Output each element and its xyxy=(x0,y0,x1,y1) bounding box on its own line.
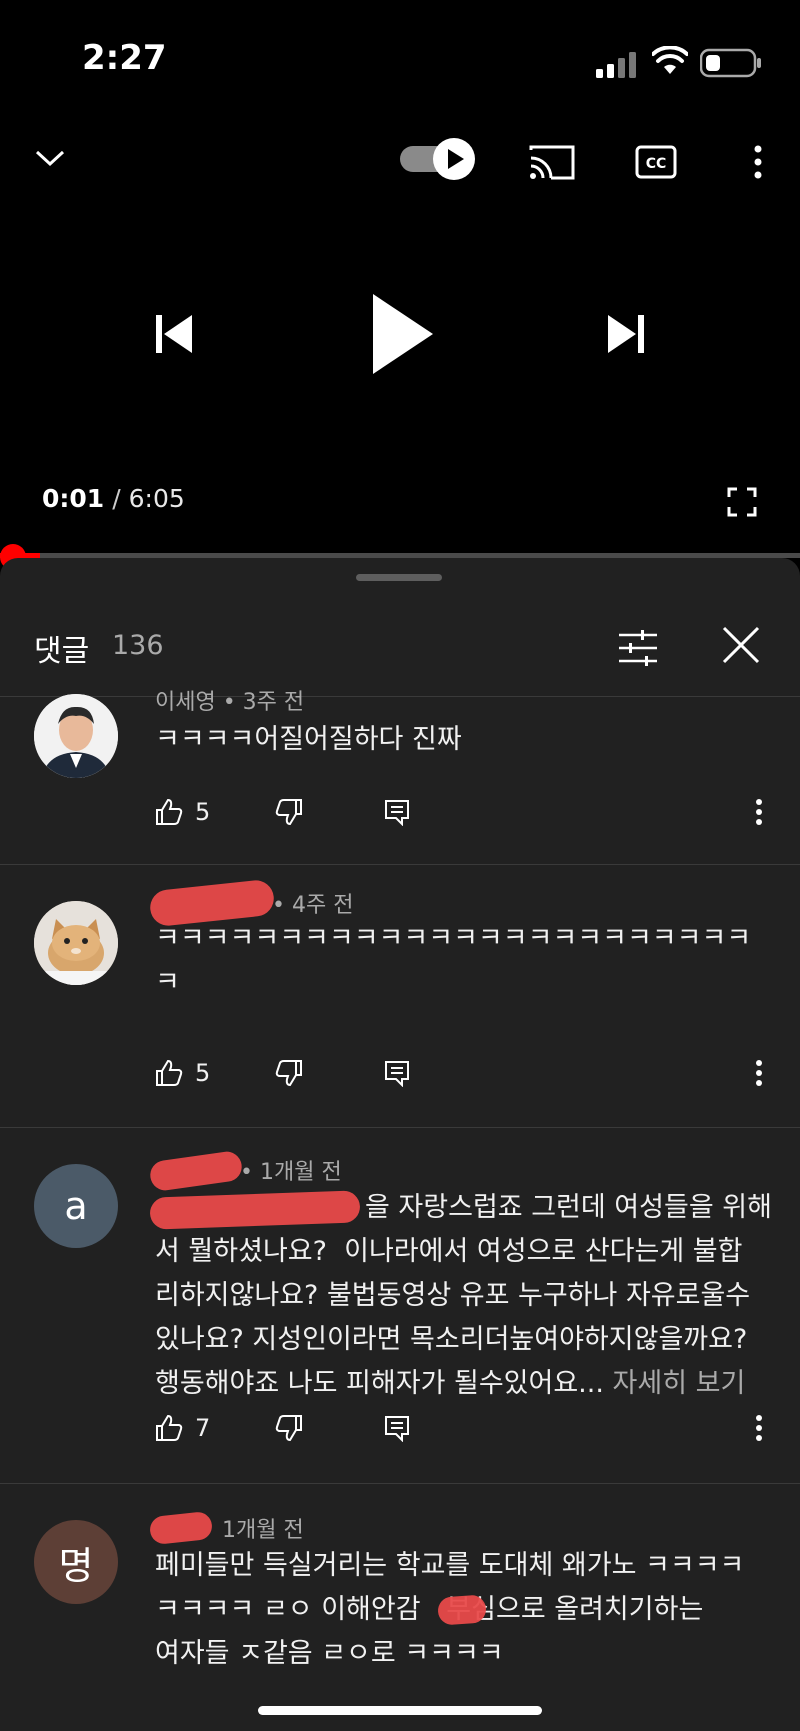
reply-button[interactable] xyxy=(383,1053,411,1093)
more-vert-icon xyxy=(756,799,762,825)
comment-item: • 4주 전 ㅋㅋㅋㅋㅋㅋㅋㅋㅋㅋㅋㅋㅋㅋㅋㅋㅋㅋㅋㅋㅋㅋㅋㅋ ㅋ 5 xyxy=(0,865,800,1128)
comment-meta: • 4주 전 xyxy=(272,893,354,918)
comments-header: 댓글 136 xyxy=(0,598,800,697)
more-vert-icon xyxy=(756,1415,762,1441)
like-button[interactable]: 5 xyxy=(155,792,210,832)
next-icon xyxy=(608,315,644,353)
filter-sliders-icon xyxy=(619,630,657,666)
chevron-down-icon xyxy=(35,150,65,167)
cast-icon xyxy=(529,145,575,180)
thumbs-up-icon xyxy=(156,1059,183,1086)
home-indicator[interactable] xyxy=(258,1706,542,1715)
thumbs-down-icon xyxy=(275,1415,302,1442)
commenter-avatar[interactable]: a xyxy=(34,1164,118,1248)
thumbs-up-icon xyxy=(156,1414,183,1441)
comment-menu-button[interactable] xyxy=(755,792,763,832)
commenter-avatar[interactable] xyxy=(34,694,118,778)
captions-icon: CC xyxy=(635,145,677,179)
previous-icon xyxy=(156,315,192,353)
minimize-button[interactable] xyxy=(30,138,70,178)
autoplay-toggle[interactable] xyxy=(398,136,478,182)
like-button[interactable]: 5 xyxy=(155,1053,210,1093)
reply-icon xyxy=(385,800,409,826)
thumbs-down-icon xyxy=(275,799,302,826)
reply-icon xyxy=(385,1416,409,1442)
avatar-letter: 명 xyxy=(58,1543,94,1588)
redaction-mark xyxy=(437,1594,487,1626)
next-button[interactable] xyxy=(598,306,654,362)
comment-menu-button[interactable] xyxy=(755,1053,763,1093)
fullscreen-button[interactable] xyxy=(720,480,764,524)
like-count: 7 xyxy=(195,1414,211,1442)
comment-meta: 1개월 전 xyxy=(222,1518,304,1543)
wifi-icon xyxy=(652,46,688,74)
cat-photo-icon xyxy=(34,901,118,985)
reply-icon xyxy=(385,1061,409,1087)
like-count: 5 xyxy=(195,798,211,826)
battery-icon xyxy=(700,48,761,78)
comment-text: ㅋㅋㅋㅋㅋㅋㅋㅋㅋㅋㅋㅋㅋㅋㅋㅋㅋㅋㅋㅋㅋㅋㅋㅋ ㅋ xyxy=(155,923,752,998)
commenter-avatar[interactable]: 명 xyxy=(34,1520,118,1604)
duration: 6:05 xyxy=(128,484,185,513)
dislike-button[interactable] xyxy=(275,1053,303,1093)
commenter-avatar[interactable] xyxy=(34,901,118,985)
status-time: 2:27 xyxy=(82,38,167,78)
autoplay-toggle-icon xyxy=(400,138,475,180)
play-icon xyxy=(373,294,433,374)
reply-button[interactable] xyxy=(383,792,411,832)
comments-sheet: 댓글 136 이세영 • 3주 전 ㅋㅋㅋㅋ어질어질하다 진짜 5 • 4주 전… xyxy=(0,558,800,1731)
time-readout: 0:01/6:05 xyxy=(42,484,185,513)
svg-text:CC: CC xyxy=(646,156,667,172)
time-separator: / xyxy=(112,484,121,513)
captions-button[interactable]: CC xyxy=(634,142,678,182)
comment-text: ㅋㅋㅋㅋ어질어질하다 진짜 xyxy=(155,724,462,755)
cast-button[interactable] xyxy=(528,142,576,182)
play-button[interactable] xyxy=(360,286,444,382)
reply-button[interactable] xyxy=(383,1408,411,1448)
comment-actions: 5 xyxy=(155,792,775,832)
drag-handle[interactable] xyxy=(356,574,442,581)
more-vert-icon xyxy=(756,1060,762,1086)
current-time: 0:01 xyxy=(42,484,105,513)
more-options-button[interactable] xyxy=(740,140,776,184)
thumbs-down-icon xyxy=(275,1060,302,1087)
redaction-mark xyxy=(148,1510,214,1546)
like-count: 5 xyxy=(195,1059,211,1087)
close-comments-button[interactable] xyxy=(716,620,766,670)
read-more-link[interactable]: 자세히 보기 xyxy=(613,1368,746,1399)
comments-count: 136 xyxy=(112,630,164,661)
comment-meta: 이세영 • 3주 전 xyxy=(155,690,305,715)
sort-filter-button[interactable] xyxy=(612,622,664,674)
comment-item: 이세영 • 3주 전 ㅋㅋㅋㅋ어질어질하다 진짜 5 xyxy=(0,690,800,865)
avatar-letter: a xyxy=(64,1184,88,1228)
comment-meta: • 1개월 전 xyxy=(240,1160,342,1185)
more-vert-icon xyxy=(754,145,762,179)
close-icon xyxy=(722,626,760,664)
comment-text: 을 자랑스럽죠 그런데 여성들을 위해 서 뭘하셨나요? 이나라에서 여성으로 … xyxy=(155,1186,775,1406)
comment-actions: 7 xyxy=(155,1408,775,1448)
dislike-button[interactable] xyxy=(275,1408,303,1448)
comment-menu-button[interactable] xyxy=(755,1408,763,1448)
comment-item: a • 1개월 전 을 자랑스럽죠 그런데 여성들을 위해 서 뭘하셨나요? 이… xyxy=(0,1128,800,1484)
profile-photo-icon xyxy=(34,694,118,778)
fullscreen-icon xyxy=(727,487,757,517)
dislike-button[interactable] xyxy=(275,792,303,832)
cellular-signal-icon xyxy=(596,52,636,78)
thumbs-up-icon xyxy=(156,798,183,825)
comment-actions: 5 xyxy=(155,1053,775,1093)
comments-title: 댓글 xyxy=(34,634,90,669)
comment-item: 명 1개월 전 페미들만 득실거리는 학교를 도대체 왜가노 ㅋㅋㅋㅋ ㅋㅋㅋㅋ… xyxy=(0,1484,800,1731)
previous-button[interactable] xyxy=(146,306,202,362)
like-button[interactable]: 7 xyxy=(155,1408,210,1448)
